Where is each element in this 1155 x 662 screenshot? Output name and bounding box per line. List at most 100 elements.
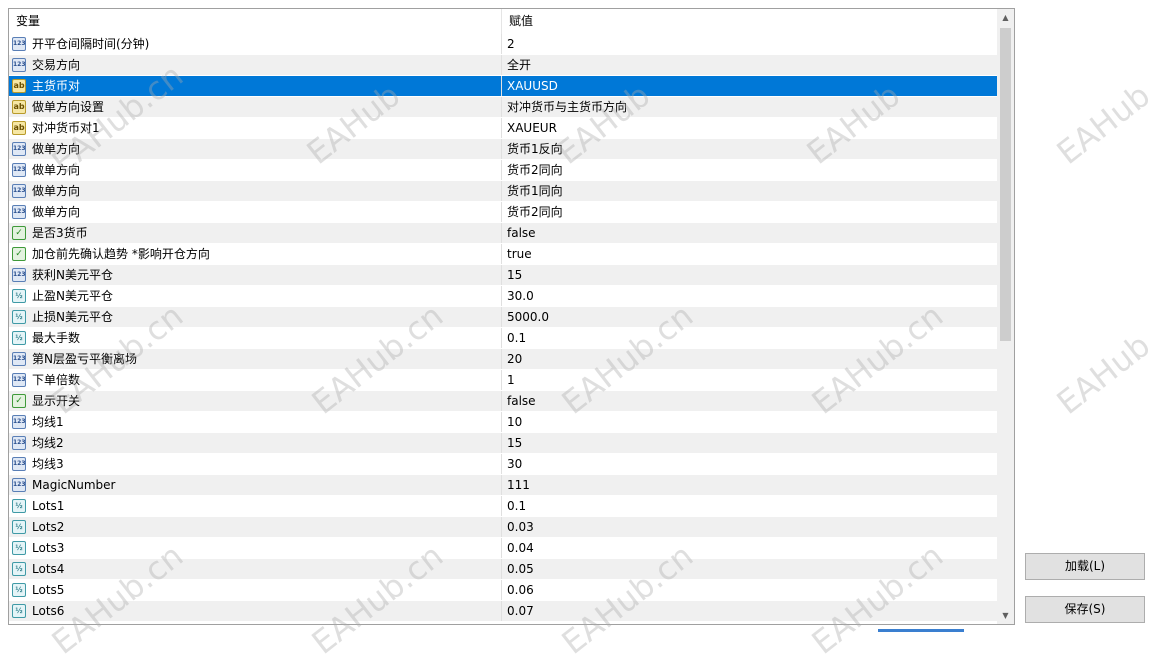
- variable-name: 123 开平仓间隔时间(分钟): [9, 34, 502, 54]
- variable-value[interactable]: false: [502, 223, 997, 243]
- variable-value[interactable]: 货币2同向: [502, 202, 997, 222]
- variable-value[interactable]: XAUEUR: [502, 118, 997, 138]
- variable-name-text: 交易方向: [32, 58, 81, 72]
- table-row[interactable]: ½ 止盈N美元平仓 30.0: [9, 286, 997, 307]
- variable-value[interactable]: 0.03: [502, 517, 997, 537]
- variable-value[interactable]: false: [502, 391, 997, 411]
- variable-name: ½ 止盈N美元平仓: [9, 286, 502, 306]
- double-type-icon: ½: [12, 520, 26, 534]
- variable-name-text: 做单方向: [32, 142, 81, 156]
- variable-value[interactable]: true: [502, 244, 997, 264]
- integer-type-icon: 123: [12, 58, 26, 72]
- table-row[interactable]: ✓ 显示开关 false: [9, 391, 997, 412]
- variable-name-text: 显示开关: [32, 394, 81, 408]
- variable-name-text: Lots2: [32, 520, 65, 534]
- variable-value[interactable]: 0.07: [502, 601, 997, 621]
- table-row[interactable]: 123 做单方向 货币2同向: [9, 202, 997, 223]
- variable-value[interactable]: XAUUSD: [502, 76, 997, 96]
- variable-name: 123 第N层盈亏平衡离场: [9, 349, 502, 369]
- integer-type-icon: 123: [12, 268, 26, 282]
- column-header-variable[interactable]: 变量: [9, 9, 502, 34]
- table-row[interactable]: ½ Lots1 0.1: [9, 496, 997, 517]
- table-row[interactable]: ½ 止损N美元平仓 5000.0: [9, 307, 997, 328]
- variable-value[interactable]: 5000.0: [502, 307, 997, 327]
- variable-name: ½ Lots5: [9, 580, 502, 600]
- table-row[interactable]: ½ Lots2 0.03: [9, 517, 997, 538]
- variable-name-text: 止盈N美元平仓: [32, 289, 113, 303]
- table-row[interactable]: 123 下单倍数 1: [9, 370, 997, 391]
- variable-name: ½ Lots1: [9, 496, 502, 516]
- variable-name: 123 均线2: [9, 433, 502, 453]
- table-row[interactable]: ½ 最大手数 0.1: [9, 328, 997, 349]
- variable-name-text: MagicNumber: [32, 478, 116, 492]
- variable-value[interactable]: 0.05: [502, 559, 997, 579]
- variable-value[interactable]: 货币1反向: [502, 139, 997, 159]
- table-row[interactable]: ½ Lots6 0.07: [9, 601, 997, 622]
- table-row[interactable]: 123 均线1 10: [9, 412, 997, 433]
- column-header-value[interactable]: 赋值: [502, 9, 997, 34]
- variable-name: 123 获利N美元平仓: [9, 265, 502, 285]
- table-row[interactable]: 123 MagicNumber 111: [9, 475, 997, 496]
- variable-value[interactable]: 货币2同向: [502, 160, 997, 180]
- variable-value[interactable]: 0.04: [502, 538, 997, 558]
- variable-value[interactable]: 0.06: [502, 580, 997, 600]
- string-type-icon: ab: [12, 100, 26, 114]
- table-row[interactable]: 123 做单方向 货币1反向: [9, 139, 997, 160]
- variable-name-text: Lots3: [32, 541, 65, 555]
- variable-value[interactable]: 0.1: [502, 328, 997, 348]
- table-row[interactable]: ab 对冲货币对1 XAUEUR: [9, 118, 997, 139]
- table-row[interactable]: 123 获利N美元平仓 15: [9, 265, 997, 286]
- variable-name-text: 下单倍数: [32, 373, 81, 387]
- save-button[interactable]: 保存(S): [1025, 596, 1145, 623]
- variable-value[interactable]: 对冲货币与主货币方向: [502, 97, 997, 117]
- table-row[interactable]: ab 主货币对 XAUUSD: [9, 76, 997, 97]
- table-row[interactable]: 123 交易方向 全开: [9, 55, 997, 76]
- table-row[interactable]: 123 第N层盈亏平衡离场 20: [9, 349, 997, 370]
- variable-name: ab 做单方向设置: [9, 97, 502, 117]
- variable-value[interactable]: 30.0: [502, 286, 997, 306]
- load-button[interactable]: 加载(L): [1025, 553, 1145, 580]
- variable-name: ✓ 显示开关: [9, 391, 502, 411]
- scroll-thumb[interactable]: [1000, 28, 1011, 341]
- variable-name-text: 获利N美元平仓: [32, 268, 113, 282]
- variable-value[interactable]: 111: [502, 475, 997, 495]
- variable-value[interactable]: 15: [502, 265, 997, 285]
- grid-header: 变量 赋值: [9, 9, 997, 35]
- bottom-edge-strip: [878, 629, 964, 632]
- vertical-scrollbar[interactable]: ▲ ▼: [997, 9, 1014, 624]
- double-type-icon: ½: [12, 289, 26, 303]
- scroll-up-arrow-icon[interactable]: ▲: [997, 9, 1014, 26]
- variable-value[interactable]: 货币1同向: [502, 181, 997, 201]
- variable-value[interactable]: 全开: [502, 55, 997, 75]
- variable-value[interactable]: 30: [502, 454, 997, 474]
- variable-value[interactable]: 10: [502, 412, 997, 432]
- variable-value[interactable]: 1: [502, 370, 997, 390]
- double-type-icon: ½: [12, 331, 26, 345]
- variable-name: ✓ 加仓前先确认趋势 *影响开仓方向: [9, 244, 502, 264]
- string-type-icon: ab: [12, 121, 26, 135]
- table-row[interactable]: ab 做单方向设置 对冲货币与主货币方向: [9, 97, 997, 118]
- variable-value[interactable]: 15: [502, 433, 997, 453]
- table-row[interactable]: ½ Lots5 0.06: [9, 580, 997, 601]
- table-row[interactable]: 123 开平仓间隔时间(分钟) 2: [9, 34, 997, 55]
- variable-name-text: Lots6: [32, 604, 65, 618]
- integer-type-icon: 123: [12, 415, 26, 429]
- variable-name-text: 第N层盈亏平衡离场: [32, 352, 137, 366]
- scroll-down-arrow-icon[interactable]: ▼: [997, 607, 1014, 624]
- variable-name-text: 做单方向: [32, 205, 81, 219]
- table-row[interactable]: 123 做单方向 货币2同向: [9, 160, 997, 181]
- variable-value[interactable]: 20: [502, 349, 997, 369]
- boolean-type-icon: ✓: [12, 226, 26, 240]
- variable-value[interactable]: 0.1: [502, 496, 997, 516]
- table-row[interactable]: 123 均线2 15: [9, 433, 997, 454]
- table-row[interactable]: ½ Lots4 0.05: [9, 559, 997, 580]
- table-row[interactable]: ½ Lots3 0.04: [9, 538, 997, 559]
- table-row[interactable]: 123 做单方向 货币1同向: [9, 181, 997, 202]
- table-row[interactable]: ✓ 是否3货币 false: [9, 223, 997, 244]
- variable-value[interactable]: 2: [502, 34, 997, 54]
- variable-name: ✓ 是否3货币: [9, 223, 502, 243]
- table-row[interactable]: ✓ 加仓前先确认趋势 *影响开仓方向 true: [9, 244, 997, 265]
- variable-name: 123 下单倍数: [9, 370, 502, 390]
- table-row[interactable]: 123 均线3 30: [9, 454, 997, 475]
- integer-type-icon: 123: [12, 373, 26, 387]
